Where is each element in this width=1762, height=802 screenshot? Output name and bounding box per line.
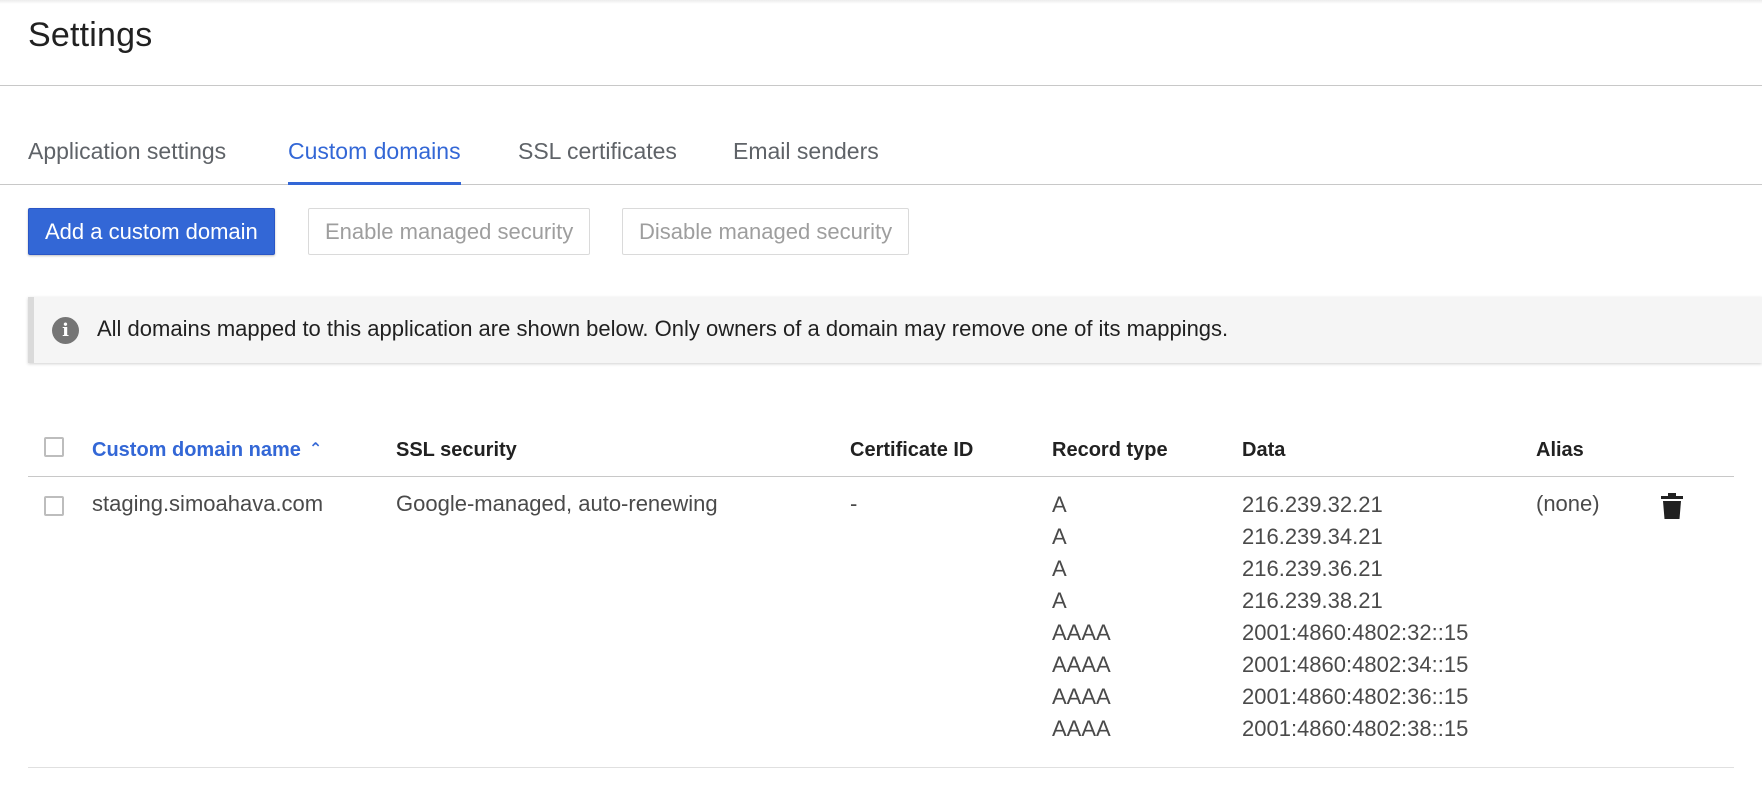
tab-ssl-certificates[interactable]: SSL certificates — [518, 138, 677, 165]
tab-custom-domains[interactable]: Custom domains — [288, 138, 461, 185]
record-type: A — [1052, 492, 1067, 517]
record-data: 2001:4860:4802:38::15 — [1242, 716, 1469, 741]
domains-table: Custom domain name ⌃ SSL security Certifi… — [28, 426, 1734, 768]
column-header-domain[interactable]: Custom domain name ⌃ — [92, 439, 322, 462]
column-header-alias: Alias — [1536, 439, 1584, 461]
column-header-ssl: SSL security — [396, 439, 517, 461]
info-icon: i — [52, 317, 79, 344]
record-data: 216.239.38.21 — [1242, 588, 1383, 613]
domain-name: staging.simoahava.com — [92, 491, 324, 516]
enable-managed-security-button[interactable]: Enable managed security — [308, 208, 591, 255]
record-data: 2001:4860:4802:32::15 — [1242, 620, 1469, 645]
table-header-row: Custom domain name ⌃ SSL security Certifi… — [28, 426, 1734, 477]
record-data: 2001:4860:4802:36::15 — [1242, 684, 1469, 709]
tab-bar: Application settings Custom domains SSL … — [0, 120, 1762, 185]
record-data: 2001:4860:4802:34::15 — [1242, 652, 1469, 677]
row-checkbox[interactable] — [44, 496, 64, 516]
record-data: 216.239.32.21 — [1242, 492, 1383, 517]
info-banner-text: All domains mapped to this application a… — [97, 316, 1229, 341]
record-type: A — [1052, 588, 1067, 613]
record-type: AAAA — [1052, 684, 1111, 709]
record-data: 216.239.34.21 — [1242, 524, 1383, 549]
sort-ascending-icon: ⌃ — [308, 441, 323, 458]
record-data: 216.239.36.21 — [1242, 556, 1383, 581]
certificate-id: - — [850, 491, 858, 516]
record-data-list: 216.239.32.21 216.239.34.21 216.239.36.2… — [1242, 491, 1468, 747]
column-header-data: Data — [1242, 439, 1286, 461]
add-custom-domain-button[interactable]: Add a custom domain — [28, 208, 275, 255]
info-banner: i All domains mapped to this application… — [28, 297, 1762, 363]
record-type: AAAA — [1052, 716, 1111, 741]
delete-icon[interactable] — [1661, 493, 1683, 519]
column-header-certificate-id: Certificate ID — [850, 439, 974, 461]
record-type: A — [1052, 524, 1067, 549]
column-header-domain-label: Custom domain name — [92, 439, 301, 461]
page-header: Settings — [0, 0, 1762, 86]
disable-managed-security-button[interactable]: Disable managed security — [622, 208, 910, 255]
tab-application-settings[interactable]: Application settings — [28, 138, 226, 165]
record-type: AAAA — [1052, 620, 1111, 645]
record-type-list: A A A A AAAA AAAA AAAA AAAA — [1052, 491, 1111, 747]
record-type: AAAA — [1052, 652, 1111, 677]
tab-email-senders[interactable]: Email senders — [733, 138, 879, 165]
page-title: Settings — [28, 16, 153, 54]
alias: (none) — [1536, 491, 1600, 516]
record-type: A — [1052, 556, 1067, 581]
select-all-checkbox[interactable] — [44, 437, 64, 457]
ssl-security: Google-managed, auto-renewing — [396, 491, 718, 516]
column-header-record-type: Record type — [1052, 439, 1168, 461]
table-row: staging.simoahava.com Google-managed, au… — [28, 477, 1734, 768]
